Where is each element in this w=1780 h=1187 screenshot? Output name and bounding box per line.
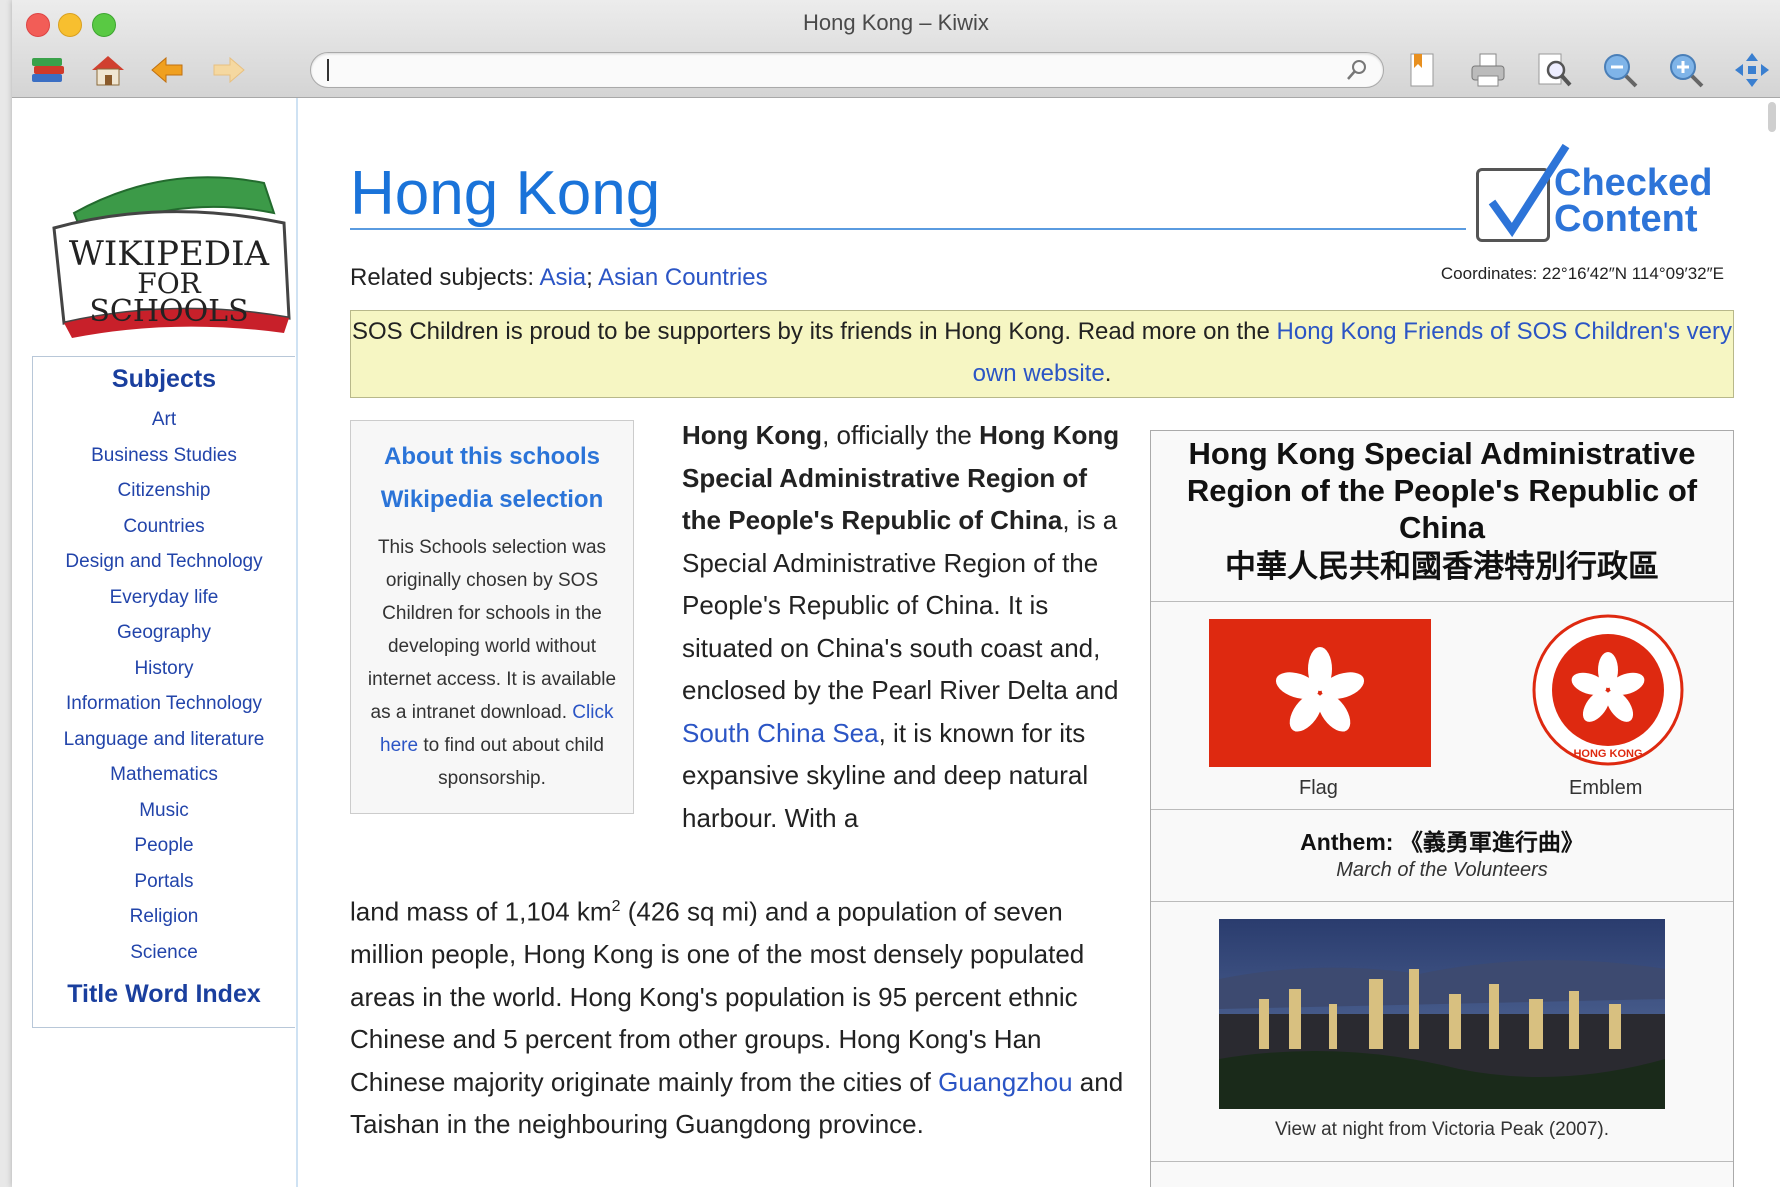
infobox-title: Hong Kong Special Administrative Region … — [1186, 436, 1698, 545]
subject-link[interactable]: Information Technology — [33, 686, 295, 722]
subject-link[interactable]: Everyday life — [33, 580, 295, 616]
page-title: Hong Kong — [350, 159, 661, 228]
subject-link[interactable]: Art — [33, 402, 295, 438]
anthem-value: 《義勇軍進行曲》 — [1399, 829, 1584, 855]
related-separator: ; — [586, 264, 599, 291]
infobox: Hong Kong Special Administrative Region … — [1150, 430, 1734, 1187]
scrollbar-thumb[interactable] — [1768, 102, 1776, 132]
about-title[interactable]: About this schools Wikipedia selection — [351, 435, 633, 521]
print-icon[interactable] — [1468, 50, 1508, 90]
about-body: This Schools selection was originally ch… — [367, 537, 617, 723]
intro-paragraph: Hong Kong, officially the Hong Kong Spec… — [682, 414, 1122, 839]
emblem-text: HONG KONG — [1573, 748, 1642, 760]
subjects-heading: Subjects — [111, 365, 217, 393]
find-icon[interactable] — [1534, 50, 1574, 90]
infobox-divider — [1151, 1161, 1733, 1162]
subject-link[interactable]: Countries — [33, 509, 295, 545]
anthem-label: Anthem: — [1300, 829, 1400, 855]
guangzhou-link[interactable]: Guangzhou — [938, 1067, 1072, 1097]
south-china-sea-link[interactable]: South China Sea — [682, 718, 879, 748]
body-text: land mass of 1,104 km — [350, 896, 612, 927]
infobox-divider — [1151, 901, 1733, 902]
subject-link[interactable]: Music — [33, 793, 295, 829]
subject-link[interactable]: People — [33, 828, 295, 864]
zoom-in-icon[interactable] — [1666, 50, 1706, 90]
subject-link[interactable]: Design and Technology — [33, 544, 295, 580]
svg-text:SCHOOLS: SCHOOLS — [89, 294, 248, 329]
intro-text: , officially the — [822, 420, 980, 450]
related-label: Related subjects: — [350, 264, 540, 291]
zoom-out-icon[interactable] — [1600, 50, 1640, 90]
subject-link[interactable]: Business Studies — [33, 438, 295, 474]
night-skyline-photo[interactable] — [1219, 919, 1665, 1109]
related-link-asian-countries[interactable]: Asian Countries — [598, 264, 767, 291]
sos-banner: SOS Children is proud to be supporters b… — [350, 310, 1734, 398]
photo-caption: View at night from Victoria Peak (2007). — [1274, 1119, 1610, 1140]
related-subjects: Related subjects: Asia; Asian Countries — [350, 264, 768, 292]
vertical-scrollbar[interactable] — [1762, 98, 1780, 1187]
body-paragraph: land mass of 1,104 km2 (426 sq mi) and a… — [350, 886, 1140, 1146]
subject-link[interactable]: Science — [33, 935, 295, 971]
about-body-end: to find out about child sponsorship. — [418, 735, 604, 789]
sos-end: . — [1104, 360, 1112, 387]
about-box: About this schools Wikipedia selection T… — [350, 420, 634, 814]
subject-link[interactable]: Religion — [33, 899, 295, 935]
emblem-caption: Emblem — [1569, 777, 1643, 799]
sos-text: SOS Children is proud to be supporters b… — [352, 318, 1277, 345]
text-caret — [327, 59, 329, 81]
fullscreen-icon[interactable] — [1732, 50, 1772, 90]
subject-link[interactable]: Citizenship — [33, 473, 295, 509]
subject-link[interactable]: Portals — [33, 864, 295, 900]
search-icon[interactable] — [1345, 58, 1369, 87]
wikipedia-for-schools-logo[interactable]: WIKIPEDIA FOR SCHOOLS — [44, 153, 296, 343]
about-text: This Schools selection was originally ch… — [359, 531, 625, 795]
bauhinia-icon — [1275, 647, 1365, 732]
sidebar: WIKIPEDIA FOR SCHOOLS Subjects Art Busin… — [12, 98, 298, 1187]
title-divider — [350, 228, 1466, 230]
about-title-link[interactable]: About this schools Wikipedia selection — [381, 443, 604, 513]
subjects-panel: Subjects Art Business Studies Citizenshi… — [32, 356, 295, 1028]
bookmark-icon[interactable] — [1402, 50, 1442, 90]
coordinates: Coordinates: 22°16′42″N 114°09′32″E — [1440, 264, 1724, 283]
title-word-index-link[interactable]: Title Word Index — [33, 980, 295, 1009]
library-icon[interactable] — [28, 50, 68, 90]
flag-caption: Flag — [1299, 777, 1338, 799]
home-icon[interactable] — [88, 50, 128, 90]
infobox-divider — [1151, 809, 1733, 810]
checked-label: Checked — [1554, 162, 1713, 204]
kiwix-window: Hong Kong – Kiwix WIKIPEDIA FOR SCHOOLS … — [12, 0, 1780, 1187]
intro-bold-name: Hong Kong — [682, 420, 823, 450]
window-title: Hong Kong – Kiwix — [803, 10, 989, 35]
url-search-input[interactable] — [310, 52, 1384, 88]
subject-link[interactable]: History — [33, 651, 295, 687]
subject-link[interactable]: Mathematics — [33, 757, 295, 793]
anthem-line: Anthem: 《義勇軍進行曲》 — [1151, 823, 1733, 857]
anthem-subtitle: March of the Volunteers — [1336, 859, 1548, 881]
title-bar: Hong Kong – Kiwix — [12, 0, 1780, 98]
subject-link[interactable]: Language and literature — [33, 722, 295, 758]
flag-image[interactable] — [1209, 619, 1431, 767]
intro-text: , is a Special Administrative Region of … — [682, 505, 1119, 705]
related-link-asia[interactable]: Asia — [539, 264, 586, 291]
infobox-divider — [1151, 601, 1733, 602]
forward-icon[interactable] — [208, 50, 248, 90]
subject-link[interactable]: Geography — [33, 615, 295, 651]
infobox-title-chinese: 中華人民共和國香港特別行政區 — [1225, 549, 1659, 584]
article-content: Hong Kong Checked Content Related subjec… — [296, 98, 1762, 1187]
checked-content-badge: Checked Content — [1476, 140, 1726, 242]
back-icon[interactable] — [148, 50, 188, 90]
content-label: Content — [1554, 198, 1698, 240]
emblem-image[interactable]: HONG KONG — [1531, 613, 1685, 767]
